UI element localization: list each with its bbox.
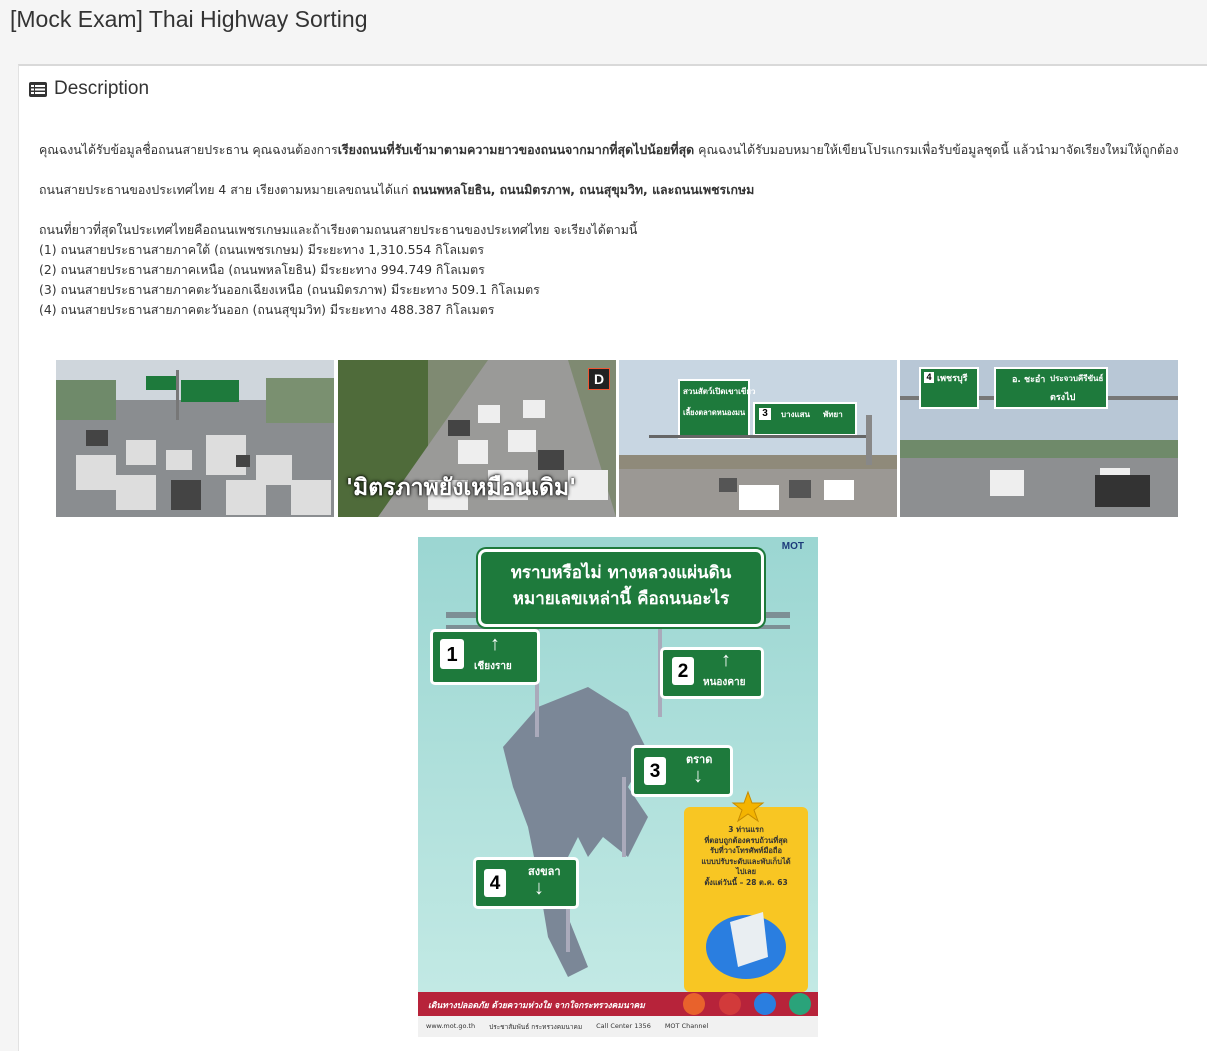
page-title: [Mock Exam] Thai Highway Sorting: [10, 6, 368, 32]
paragraph-1: คุณฉงนได้รับข้อมูลชื่อถนนสายประธาน คุณฉง…: [39, 140, 1189, 160]
sign-number: 4: [924, 372, 934, 383]
panel-heading-label: Description: [54, 78, 150, 99]
description-text: คุณฉงนได้รับข้อมูลชื่อถนนสายประธาน คุณฉง…: [39, 140, 1189, 320]
mot-logo: MOT: [781, 541, 804, 552]
promo-line: รับที่วางโทรศัพท์มือถือ: [710, 846, 782, 855]
down-arrow-icon: ↓: [534, 877, 544, 899]
sign-text: เพชรบุรี: [937, 374, 968, 384]
highway-photo-2: 'มิตรภาพยังเหมือนเดิม' D: [338, 360, 616, 517]
up-arrow-icon: ↑: [490, 633, 500, 655]
highway-photo-1: [56, 360, 334, 517]
down-arrow-icon: ↓: [693, 765, 703, 787]
p2-bold: ถนนพหลโยธิน, ถนนมิตรภาพ, ถนนสุขุมวิท, แล…: [412, 182, 755, 197]
p1-bold: เรียงถนนที่รับเข้ามาตามความยาวของถนนจากม…: [337, 142, 695, 157]
paragraph-2: ถนนสายประธานของประเทศไทย 4 สาย เรียงตามห…: [39, 180, 1189, 200]
promo-line: ไปเลย: [735, 867, 757, 876]
facebook-link: ประชาสัมพันธ์ กระทรวงคมนาคม: [489, 1023, 583, 1031]
footer-links: www.mot.go.th ประชาสัมพันธ์ กระทรวงคมนาค…: [426, 1022, 818, 1032]
sign-text: บางแสน: [781, 410, 810, 419]
panel-heading: Description: [29, 78, 149, 100]
sign-text: สวนสัตว์เปิดเขาเขียว: [683, 387, 756, 396]
route-number: 4: [484, 869, 506, 897]
list-item: (1) ถนนสายประธานสายภาคใต้ (ถนนเพชรเกษม) …: [39, 242, 485, 257]
route-number: 2: [672, 657, 694, 685]
route-destination: หนองคาย: [703, 677, 746, 688]
promo-line: ตั้งแต่วันนี้ – 28 ต.ค. 63: [704, 877, 788, 887]
p3-intro: ถนนที่ยาวที่สุดในประเทศไทยคือถนนเพชรเกษม…: [39, 222, 638, 237]
list-icon: [29, 81, 47, 97]
sign-text: ประจวบคีรีขันธ์: [1050, 374, 1104, 383]
list-item: (2) ถนนสายประธานสายภาคเหนือ (ถนนพหลโยธิน…: [39, 262, 485, 277]
sign-number: 3: [759, 408, 771, 420]
paragraph-3: ถนนที่ยาวที่สุดในประเทศไทยคือถนนเพชรเกษม…: [39, 220, 1189, 320]
sign-text: ตรงไป: [1050, 393, 1076, 403]
channel-badge: D: [588, 368, 610, 390]
sign-text: พัทยา: [823, 410, 843, 419]
highway-photo-3: สวนสัตว์เปิดเขาเขียว เลี้ยงตลาดหนองมน 3 …: [619, 360, 897, 517]
photo-caption: 'มิตรภาพยังเหมือนเดิม': [346, 475, 577, 501]
p1-text-b: คุณฉงนได้รับมอบหมายให้เขียนโปรแกรมเพื่อร…: [694, 142, 1179, 157]
p2-text-a: ถนนสายประธานของประเทศไทย 4 สาย เรียงตามห…: [39, 182, 413, 197]
up-arrow-icon: ↑: [721, 649, 731, 671]
route-number: 1: [440, 639, 464, 669]
footer-slogan: เดินทางปลอดภัย ด้วยความห่วงใย จากใจกระทร…: [428, 1001, 645, 1011]
infographic-title-line-2: หมายเลขเหล่านี้ คือถนนอะไร: [512, 589, 730, 609]
description-panel: Description คุณฉงนได้รับข้อมูลชื่อถนนสาย…: [18, 64, 1207, 1051]
infographic-title-line-1: ทราบหรือไม่ ทางหลวงแผ่นดิน: [510, 563, 732, 583]
youtube-link: MOT Channel: [664, 1022, 709, 1030]
p1-text-a: คุณฉงนได้รับข้อมูลชื่อถนนสายประธาน คุณฉง…: [39, 142, 338, 157]
promo-line: 3 ท่านแรก: [728, 825, 764, 834]
route-number: 3: [644, 757, 666, 785]
sign-text: อ. ชะอำ: [1012, 375, 1046, 385]
list-item: (3) ถนนสายประธานสายภาคตะวันออกเฉียงเหนือ…: [39, 282, 540, 297]
highway-photo-4: 4 เพชรบุรี อ. ชะอำ ประจวบคีรีขันธ์ ตรงไป: [900, 360, 1178, 517]
promo-text: 3 ท่านแรก ที่ตอบถูกต้องครบถ้วนที่สุด รับ…: [686, 825, 806, 888]
highway-infographic: ทราบหรือไม่ ทางหลวงแผ่นดิน หมายเลขเหล่าน…: [418, 537, 818, 1037]
promo-line: แบบปรับระดับและพับเก็บได้: [701, 856, 791, 866]
route-destination: เชียงราย: [474, 661, 512, 672]
route-destination: สงขลา: [528, 865, 561, 878]
sign-text: เลี้ยงตลาดหนองมน: [683, 408, 746, 417]
promo-line: ที่ตอบถูกต้องครบถ้วนที่สุด: [704, 835, 788, 845]
list-item: (4) ถนนสายประธานสายภาคตะวันออก (ถนนสุขุม…: [39, 302, 495, 317]
website-link: www.mot.go.th: [426, 1022, 476, 1030]
call-center: Call Center 1356: [596, 1022, 651, 1030]
